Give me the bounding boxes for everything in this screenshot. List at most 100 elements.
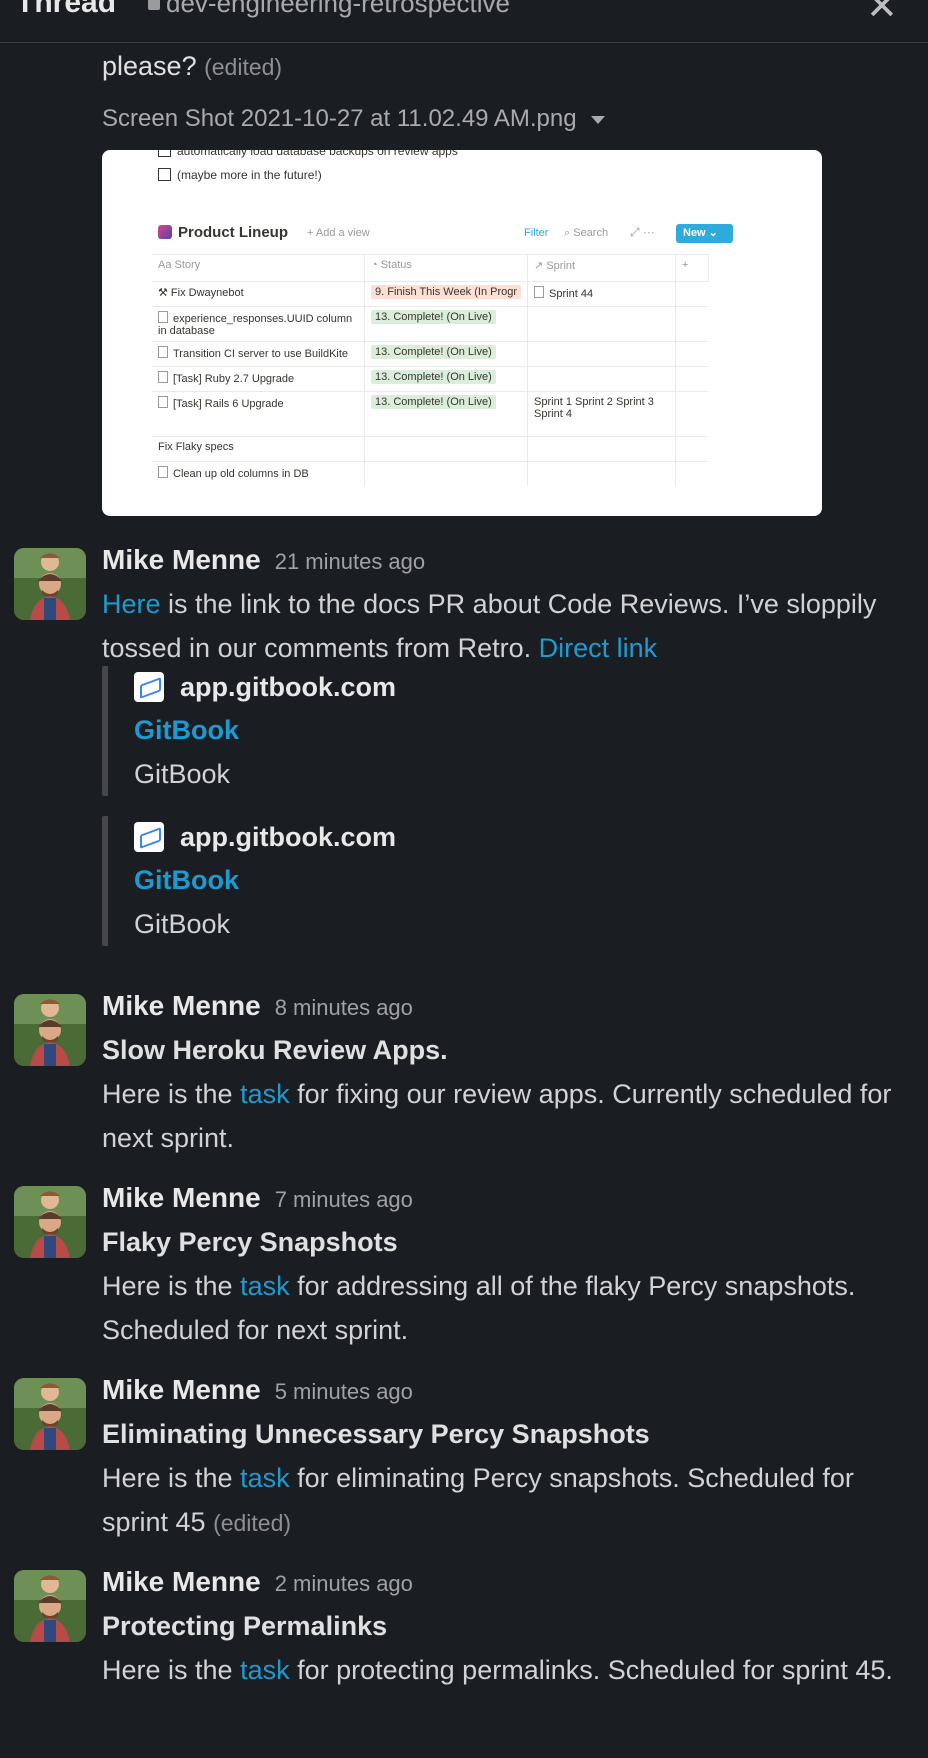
thread-title: Thread [16,0,117,19]
avatar-image [14,548,86,620]
story-cell: [Task] Rails 6 Upgrade [152,391,365,437]
author-name-text[interactable]: Mike Menne [102,990,261,1021]
lock-icon [148,0,160,10]
column-header: Aa Story [152,254,365,282]
task-link[interactable]: task [240,1271,290,1301]
new-button: New ⌄ [676,224,733,243]
avatar-image [14,1186,86,1258]
task-link[interactable]: task [240,1463,290,1493]
avatar[interactable] [14,1186,86,1258]
edited-label: (edited) [213,1510,292,1536]
checklist-text: (maybe more in the future!) [177,168,322,182]
story-cell: experience_responses.UUID column in data… [152,306,365,342]
database-title: Product Lineup [158,224,288,241]
close-icon[interactable]: ✕ [866,0,898,29]
author-name[interactable]: Mike Menne 8 minutes ago [102,990,413,1022]
file-name-label: Screen Shot 2021-10-27 at 11.02.49 AM.pn… [102,105,577,132]
message-heading: Protecting Permalinks [102,1611,388,1641]
message-continuation: please? [102,51,197,81]
here-link[interactable]: Here [102,589,161,619]
more-icon: ⤢ ⋯ [630,225,655,239]
table-row: [Task] Ruby 2.7 Upgrade 13. Complete! (O… [152,366,709,392]
avatar[interactable] [14,1378,86,1450]
message-text: please? (edited) [102,51,282,82]
avatar[interactable] [14,994,86,1066]
message-text: for protecting permalinks. Scheduled for… [289,1655,893,1685]
story-cell: ⚒ Fix Dwaynebot [152,281,365,307]
task-link[interactable]: task [240,1655,290,1685]
message-body: Here is the link to the docs PR about Co… [102,582,902,670]
link-preview[interactable]: app.gitbook.com GitBook GitBook [102,816,734,946]
channel-name[interactable]: dev-engineering-retrospective [166,0,510,19]
task-link[interactable]: task [240,1079,290,1109]
author-name-text[interactable]: Mike Menne [102,1182,261,1213]
checkbox-icon [158,150,171,157]
timestamp[interactable]: 8 minutes ago [275,995,413,1020]
author-name-text[interactable]: Mike Menne [102,544,261,575]
table-row: Fix Flaky specs [152,436,709,462]
timestamp[interactable]: 21 minutes ago [275,549,425,574]
thread-header: Thread dev-engineering-retrospective ✕ [0,0,928,43]
database-icon [158,225,172,239]
timestamp[interactable]: 7 minutes ago [275,1187,413,1212]
chevron-down-icon[interactable] [590,115,605,124]
database-title-text: Product Lineup [178,224,288,241]
status-cell: 13. Complete! (On Live) [364,341,529,367]
story-cell: Fix Flaky specs [152,436,365,462]
table-row: Clean up old columns in DB [152,461,709,486]
sprint-cell [527,341,677,367]
sprint-cell [527,436,677,462]
avatar[interactable] [14,548,86,620]
attached-screenshot-image[interactable]: automatically load database backups on r… [102,150,822,516]
filter-link: Filter [524,227,549,239]
status-cell: 9. Finish This Week (In Progr [364,281,529,307]
column-header: ◔ Status [364,254,529,282]
add-view-link: + Add a view [307,227,370,239]
search-text: Search [573,227,609,239]
checklist-text: automatically load database backups on r… [177,150,458,158]
preview-title-link[interactable]: GitBook [134,858,734,902]
checklist-item: (maybe more in the future!) [158,168,322,182]
message-text: Here is the [102,1079,241,1109]
author-name[interactable]: Mike Menne 5 minutes ago [102,1374,413,1406]
direct-link[interactable]: Direct link [539,633,658,663]
message-heading: Slow Heroku Review Apps. [102,1035,448,1065]
message-heading: Flaky Percy Snapshots [102,1227,398,1257]
sprint-cell [527,461,677,486]
preview-site-name: app.gitbook.com [180,672,396,702]
story-cell: Transition CI server to use BuildKite [152,341,365,367]
file-attachment-name[interactable]: Screen Shot 2021-10-27 at 11.02.49 AM.pn… [102,105,605,133]
link-preview[interactable]: app.gitbook.com GitBook GitBook [102,666,734,796]
message-text: Here is the [102,1271,241,1301]
sprint-cell: Sprint 1 Sprint 2 Sprint 3 Sprint 4 [527,391,677,437]
author-name-text[interactable]: Mike Menne [102,1374,261,1405]
checklist-item: automatically load database backups on r… [158,150,458,158]
story-cell: Clean up old columns in DB [152,461,365,486]
table-row: Transition CI server to use BuildKite 13… [152,341,709,367]
timestamp[interactable]: 2 minutes ago [275,1571,413,1596]
author-name[interactable]: Mike Menne 2 minutes ago [102,1566,413,1598]
database-table: Aa Story ◔ Status ↗ Sprint + ⚒ Fix Dwayn… [152,254,709,486]
message-heading: Eliminating Unnecessary Percy Snapshots [102,1419,650,1449]
message-text: is the link to the docs PR about Code Re… [102,589,877,663]
status-cell: 13. Complete! (On Live) [364,366,529,392]
new-button-label: New [683,227,706,239]
avatar-image [14,994,86,1066]
author-name[interactable]: Mike Menne 21 minutes ago [102,544,425,576]
avatar-image [14,1570,86,1642]
message-text: Here is the [102,1655,241,1685]
avatar[interactable] [14,1570,86,1642]
preview-site: app.gitbook.com [134,666,734,708]
edited-label: (edited) [204,54,283,80]
message-body: Eliminating Unnecessary Percy Snapshots … [102,1412,902,1545]
message-text: Here is the [102,1463,241,1493]
timestamp[interactable]: 5 minutes ago [275,1379,413,1404]
preview-title-link[interactable]: GitBook [134,708,734,752]
message-body: Slow Heroku Review Apps. Here is the tas… [102,1028,902,1160]
column-header: ↗ Sprint [527,254,677,282]
author-name[interactable]: Mike Menne 7 minutes ago [102,1182,413,1214]
author-name-text[interactable]: Mike Menne [102,1566,261,1597]
preview-description: GitBook [134,759,231,789]
preview-description: GitBook [134,909,231,939]
story-cell: [Task] Ruby 2.7 Upgrade [152,366,365,392]
